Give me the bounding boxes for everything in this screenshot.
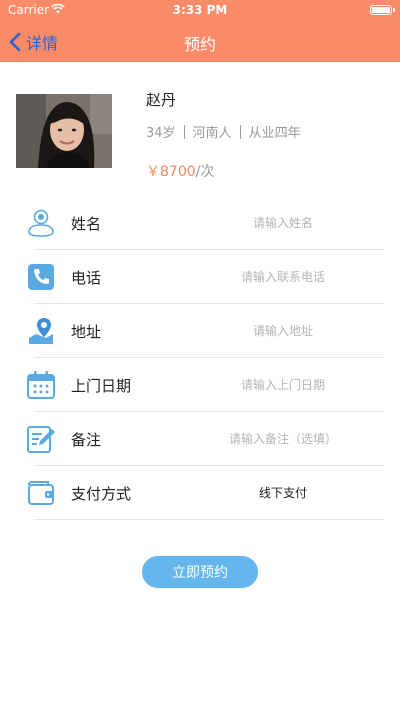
row-divider bbox=[34, 519, 384, 520]
payment-method-value[interactable]: 线下支付 bbox=[200, 484, 366, 501]
provider-experience: 从业四年 bbox=[248, 126, 301, 141]
note-label: 备注 bbox=[71, 431, 102, 449]
form-row-note: 备注 bbox=[0, 412, 400, 466]
provider-info: 34岁 河南人 从业四年 bbox=[146, 122, 301, 141]
payment-label: 支付方式 bbox=[71, 485, 132, 503]
provider-origin: 河南人 bbox=[192, 126, 232, 141]
person-icon bbox=[26, 208, 56, 238]
service-price: ￥8700/次 bbox=[146, 161, 214, 181]
calendar-icon bbox=[26, 370, 56, 400]
name-input[interactable] bbox=[200, 208, 366, 238]
navigation-bar: 详情 预约 bbox=[0, 22, 400, 62]
price-unit: /次 bbox=[195, 164, 215, 180]
note-icon bbox=[26, 424, 56, 454]
divider bbox=[239, 124, 241, 139]
date-label: 上门日期 bbox=[71, 377, 132, 395]
form-row-payment[interactable]: 支付方式 线下支付 bbox=[0, 466, 400, 520]
header-bar: Carrier 3:33 PM 详情 预约 bbox=[0, 0, 400, 62]
phone-icon bbox=[26, 262, 56, 292]
price-amount: ￥8700 bbox=[146, 164, 196, 180]
form-row-phone: 电话 bbox=[0, 250, 400, 304]
divider bbox=[183, 124, 185, 139]
battery-icon bbox=[370, 5, 395, 15]
avatar bbox=[16, 94, 112, 168]
status-bar: Carrier 3:33 PM bbox=[0, 0, 400, 22]
avatar-photo bbox=[16, 94, 112, 168]
name-label: 姓名 bbox=[71, 215, 102, 233]
address-label: 地址 bbox=[71, 323, 102, 341]
location-icon bbox=[26, 316, 56, 346]
form-row-address: 地址 bbox=[0, 304, 400, 358]
form-row-date: 上门日期 bbox=[0, 358, 400, 412]
page-title: 预约 bbox=[183, 35, 216, 54]
clock: 3:33 PM bbox=[172, 3, 228, 17]
phone-input[interactable] bbox=[200, 262, 366, 292]
phone-label: 电话 bbox=[71, 269, 102, 287]
book-now-button[interactable]: 立即预约 bbox=[142, 556, 258, 588]
wallet-icon bbox=[26, 478, 56, 508]
form-row-name: 姓名 bbox=[0, 196, 400, 250]
date-input[interactable] bbox=[200, 370, 366, 400]
address-input[interactable] bbox=[200, 316, 366, 346]
provider-profile: 赵丹 34岁 河南人 从业四年 ￥8700/次 bbox=[0, 62, 400, 192]
provider-name: 赵丹 bbox=[146, 91, 177, 109]
note-input[interactable] bbox=[200, 424, 366, 454]
provider-age: 34岁 bbox=[146, 126, 176, 141]
